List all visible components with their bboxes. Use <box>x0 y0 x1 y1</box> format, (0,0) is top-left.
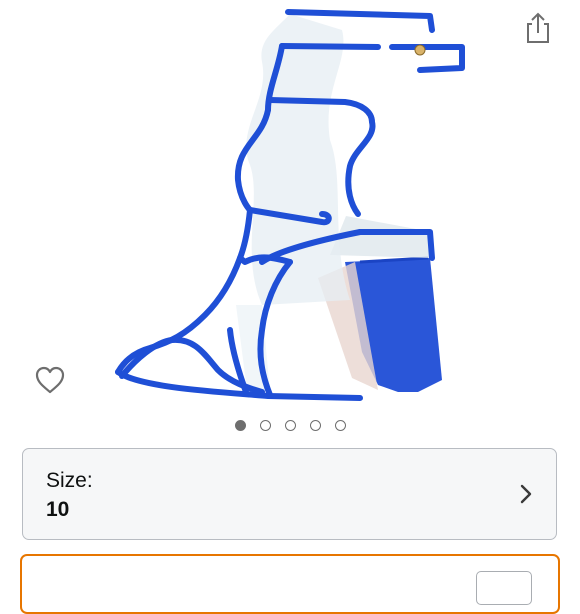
carousel-dot[interactable] <box>234 420 246 431</box>
carousel-dot[interactable] <box>309 420 321 431</box>
share-button[interactable] <box>520 8 556 48</box>
size-value: 10 <box>46 498 70 521</box>
size-label: Size: <box>46 469 93 492</box>
favorite-button[interactable] <box>30 360 70 400</box>
image-carousel-indicator <box>0 420 580 434</box>
chevron-right-icon <box>520 484 532 504</box>
product-image-shoe <box>115 9 465 401</box>
quantity-selector[interactable] <box>20 554 560 614</box>
carousel-dot[interactable] <box>284 420 296 431</box>
heart-icon <box>35 366 65 394</box>
carousel-dot[interactable] <box>259 420 271 431</box>
carousel-dot[interactable] <box>334 420 346 431</box>
size-selector[interactable]: Size: 10 <box>22 448 557 540</box>
quantity-dropdown[interactable] <box>476 571 532 605</box>
product-image[interactable] <box>100 0 490 405</box>
share-icon <box>527 12 549 43</box>
